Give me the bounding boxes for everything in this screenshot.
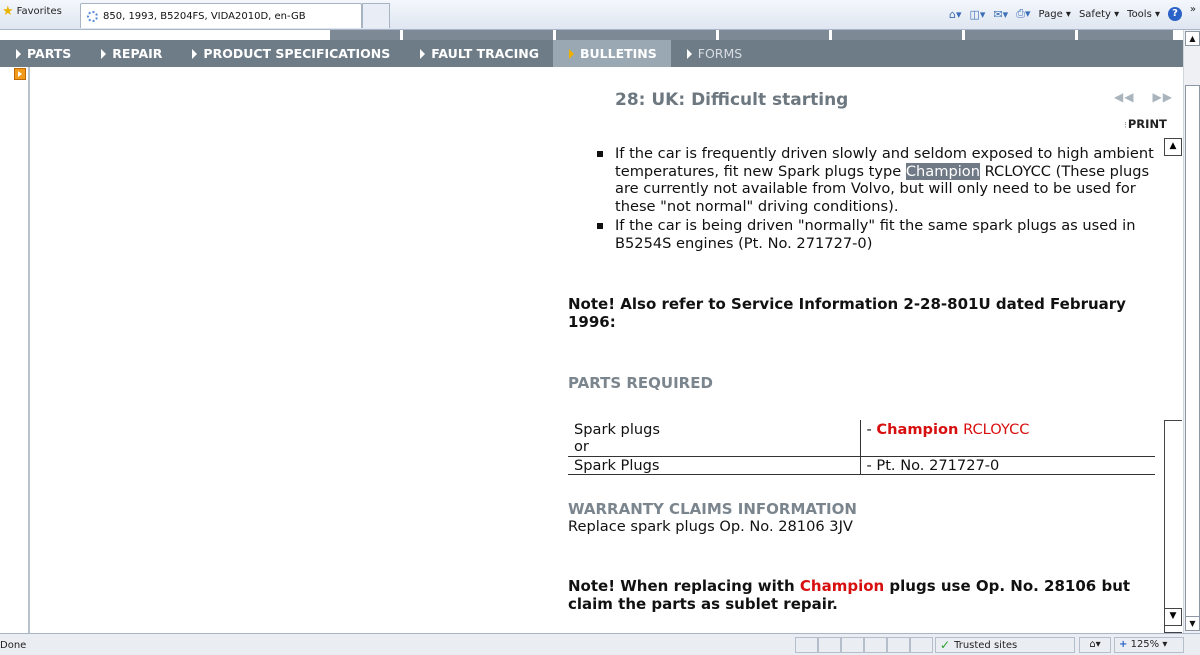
triangle-right-icon: [568, 48, 574, 59]
upper-tab[interactable]: [1078, 30, 1173, 40]
mail-icon[interactable]: ✉▾: [993, 8, 1008, 21]
page-menu[interactable]: Page ▾: [1039, 9, 1071, 20]
note-service-info: Note! Also refer to Service Information …: [568, 295, 1126, 331]
nav-parts[interactable]: PARTS: [0, 40, 85, 67]
status-pane: [818, 637, 841, 653]
print-link[interactable]: ⁝PRINT: [1124, 117, 1167, 131]
new-tab-button[interactable]: [362, 3, 390, 28]
nav-bulletins[interactable]: BULLETINS: [552, 40, 671, 67]
list-item: If the car is being driven "normally" fi…: [596, 217, 1166, 252]
part-name: Spark plugs: [574, 420, 660, 438]
status-text: Done: [0, 640, 27, 651]
upper-tab[interactable]: [719, 30, 829, 40]
inner-scrollbar[interactable]: [1164, 420, 1182, 633]
loading-icon: [87, 10, 98, 22]
check-icon: ✓: [940, 638, 951, 652]
expand-panel-icon[interactable]: [14, 68, 26, 80]
main-nav: PARTS REPAIR PRODUCT SPECIFICATIONS FAUL…: [0, 40, 1184, 67]
feeds-icon[interactable]: ◫▾: [970, 8, 986, 21]
status-bar: Done ✓ Trusted sites ⌂▾ + 125% ▾: [0, 633, 1200, 655]
browser-tab[interactable]: 850, 1993, B5204FS, VIDA2010D, en-GB: [80, 3, 362, 28]
next-page-icon[interactable]: ▶▶: [1152, 90, 1172, 104]
triangle-right-icon: [420, 48, 426, 59]
help-icon[interactable]: ?: [1168, 7, 1182, 21]
home-icon[interactable]: ⌂▾: [949, 8, 962, 21]
status-pane: [887, 637, 910, 653]
browser-toolbar: ★ Favorites 850, 1993, B5204FS, VIDA2010…: [0, 0, 1200, 30]
bullet-list: If the car is frequently driven slowly a…: [596, 145, 1166, 254]
printer-icon[interactable]: ⎙▾: [1016, 7, 1030, 21]
print-icon: ⁝: [1124, 121, 1127, 131]
upper-tab[interactable]: [330, 30, 400, 40]
part-name: or: [568, 438, 860, 457]
inner-scroll-up-button[interactable]: ▲: [1164, 138, 1182, 156]
status-pane: [864, 637, 887, 653]
triangle-right-icon: [16, 48, 21, 59]
triangle-right-icon: [101, 48, 107, 59]
page-title: 28: UK: Difficult starting: [615, 90, 849, 110]
status-pane: [795, 637, 818, 653]
more-chevron-icon[interactable]: »: [1190, 4, 1196, 15]
parts-table: Spark plugs - Champion RCLOYCC or Spark …: [568, 420, 1155, 475]
upper-tab-strip: [330, 30, 1173, 40]
nav-fault-tracing[interactable]: FAULT TRACING: [404, 40, 553, 67]
command-bar: ⌂▾ ◫▾ ✉▾ ⎙▾ Page ▾ Safety ▾ Tools ▾ ?: [949, 7, 1182, 21]
tab-title: 850, 1993, B5204FS, VIDA2010D, en-GB: [103, 10, 306, 22]
inner-scroll-down-button[interactable]: ▼: [1164, 608, 1182, 626]
scroll-down-button[interactable]: ▼: [1185, 616, 1200, 631]
table-row: or: [568, 438, 1155, 457]
triangle-right-icon: [192, 48, 198, 59]
favorites-button[interactable]: ★ Favorites: [2, 3, 62, 19]
safety-menu[interactable]: Safety ▾: [1079, 9, 1119, 20]
star-icon: ★: [2, 3, 14, 19]
page-nav-arrows: ◀◀ ▶▶: [1114, 90, 1191, 104]
status-pane: [841, 637, 864, 653]
clipped-text-line: [650, 131, 980, 135]
upper-tab[interactable]: [556, 30, 716, 40]
table-row: Spark plugs - Champion RCLOYCC: [568, 420, 1155, 438]
security-zone[interactable]: ✓ Trusted sites: [935, 637, 1075, 653]
nav-product-specifications[interactable]: PRODUCT SPECIFICATIONS: [176, 40, 404, 67]
left-frame: [0, 67, 30, 633]
part-value: - Pt. No. 271727-0: [859, 456, 1155, 475]
warranty-heading: WARRANTY CLAIMS INFORMATION: [568, 500, 857, 518]
scroll-up-button[interactable]: ▲: [1185, 31, 1200, 46]
status-pane: [910, 637, 933, 653]
status-panes: [795, 637, 933, 653]
tools-menu[interactable]: Tools ▾: [1127, 9, 1160, 20]
scroll-thumb[interactable]: [1185, 85, 1200, 630]
zoom-control[interactable]: + 125% ▾: [1114, 637, 1184, 653]
part-value: - Champion RCLOYCC: [859, 420, 1155, 438]
list-item: If the car is frequently driven slowly a…: [596, 145, 1166, 215]
nav-repair[interactable]: REPAIR: [85, 40, 176, 67]
triangle-right-icon: [686, 48, 692, 59]
part-name: Spark Plugs: [568, 456, 860, 475]
upper-tab[interactable]: [965, 30, 1075, 40]
table-row: Spark Plugs - Pt. No. 271727-0: [568, 456, 1155, 475]
parts-required-heading: PARTS REQUIRED: [568, 374, 713, 392]
nav-forms[interactable]: FORMS: [671, 40, 756, 67]
search-highlight: Champion: [905, 162, 980, 180]
page-scrollbar[interactable]: ▲ ▼: [1183, 30, 1200, 633]
zoom-icon: +: [1119, 639, 1128, 650]
upper-tab[interactable]: [403, 30, 553, 40]
previous-page-icon[interactable]: ◀◀: [1114, 90, 1134, 104]
note-champion: Note! When replacing with Champion plugs…: [568, 577, 1131, 613]
part-value: [859, 438, 1155, 457]
upper-tab[interactable]: [832, 30, 962, 40]
protected-mode-icon[interactable]: ⌂▾: [1079, 637, 1111, 653]
warranty-text: Replace spark plugs Op. No. 28106 3JV: [568, 518, 853, 535]
